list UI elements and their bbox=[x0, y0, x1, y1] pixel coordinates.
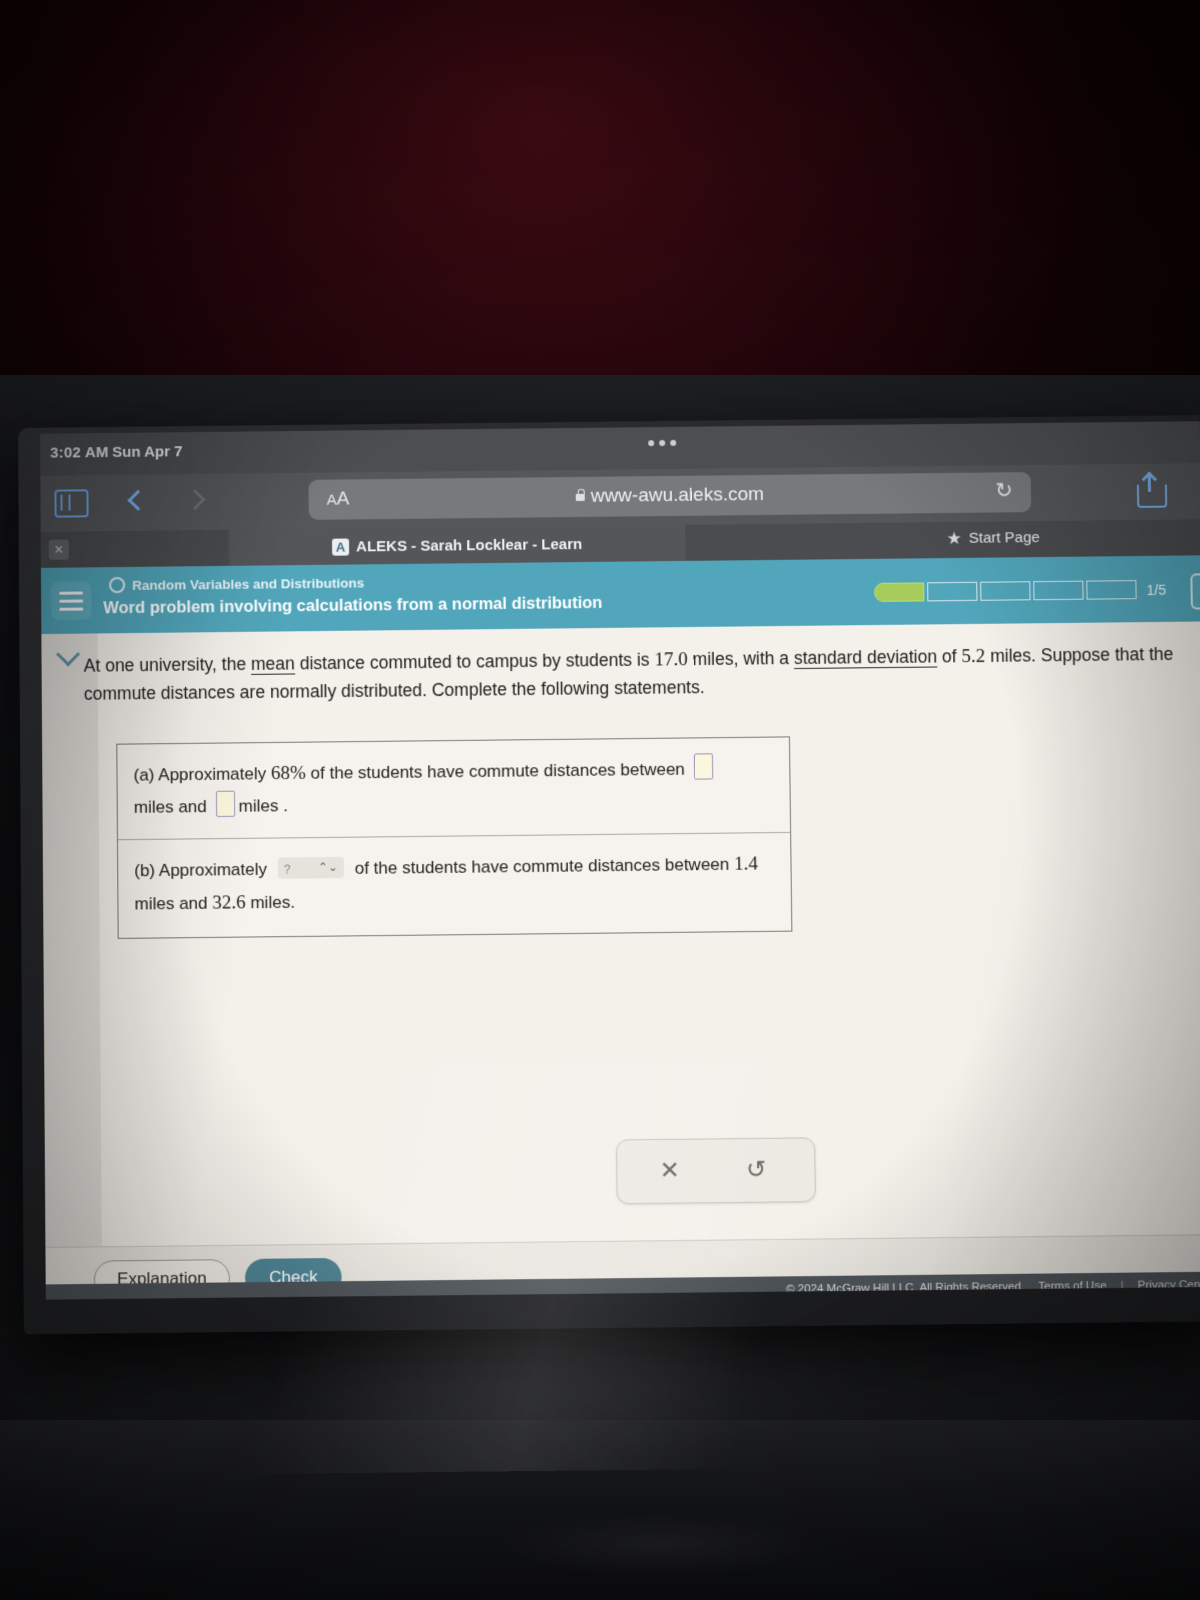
answer-input-a2[interactable] bbox=[215, 790, 235, 818]
url-text-wrap: www-awu.aleks.com bbox=[309, 481, 1032, 511]
share-icon[interactable] bbox=[1136, 473, 1168, 508]
topic-row: Random Variables and Distributions bbox=[109, 574, 365, 594]
part-a-text-mid: of the students have commute distances b… bbox=[305, 759, 690, 783]
progress-segment bbox=[1033, 580, 1084, 601]
part-a: (a) Approximately 68% of the students ha… bbox=[117, 737, 790, 839]
sd-value: 5.2 bbox=[961, 645, 986, 668]
chevron-down-icon[interactable] bbox=[55, 642, 83, 667]
problem-statement: At one university, the mean distance com… bbox=[84, 640, 1197, 709]
undo-button[interactable]: ↺ bbox=[746, 1155, 767, 1185]
select-caret-icon: ⌃⌄ bbox=[317, 859, 339, 875]
bookmark-label: Start Page bbox=[968, 529, 1040, 547]
forward-button[interactable] bbox=[184, 486, 206, 514]
desk-sheen bbox=[430, 1500, 890, 1590]
part-b-text-mid: of the students have commute distances b… bbox=[349, 854, 735, 878]
part-b-high-value: 32.6 bbox=[212, 892, 246, 914]
dropdown-selected-value: ? bbox=[283, 862, 291, 877]
lock-icon bbox=[575, 493, 585, 501]
reload-icon[interactable]: ↻ bbox=[993, 479, 1015, 502]
progress-segment bbox=[980, 581, 1031, 601]
progress-segment bbox=[874, 582, 925, 602]
back-button[interactable] bbox=[127, 487, 149, 515]
part-b-low-value: 1.4 bbox=[733, 853, 759, 875]
clear-answer-button[interactable]: ✕ bbox=[659, 1156, 680, 1186]
part-b: (b) Approximately ? ⌃⌄ of the students ha… bbox=[117, 831, 792, 938]
page-title: Word problem involving calculations from… bbox=[103, 593, 603, 618]
tab-close-button[interactable]: ✕ bbox=[48, 539, 69, 560]
part-b-label: (b) Approximately bbox=[134, 859, 272, 881]
part-a-label: (a) Approximately bbox=[133, 764, 272, 785]
tab-title: ALEKS - Sarah Locklear - Learn bbox=[356, 535, 583, 555]
term-mean[interactable]: mean bbox=[250, 653, 295, 675]
part-a-percent: 68% bbox=[270, 762, 306, 785]
part-a-unit2: miles . bbox=[238, 796, 288, 817]
topic-status-circle-icon bbox=[109, 576, 126, 594]
chevron-left-icon bbox=[127, 489, 149, 511]
aleks-favicon-icon: A bbox=[332, 538, 350, 556]
answer-panel: (a) Approximately 68% of the students ha… bbox=[116, 736, 793, 939]
status-time: 3:02 AM bbox=[50, 444, 109, 462]
topic-name: Random Variables and Distributions bbox=[132, 574, 365, 593]
answer-input-a1[interactable] bbox=[693, 753, 713, 780]
tablet-device: 3:02 AM Sun Apr 7 AA www-awu.aleks.com ↻… bbox=[0, 415, 1200, 1477]
header-right-button[interactable] bbox=[1190, 572, 1200, 610]
aleks-header-bar: Random Variables and Distributions Word … bbox=[40, 555, 1200, 635]
progress-tracker: 1/5 bbox=[874, 580, 1166, 602]
part-a-and: and bbox=[178, 797, 207, 817]
status-date: Sun Apr 7 bbox=[112, 443, 183, 461]
progress-segment bbox=[1086, 580, 1137, 600]
bookmark-start-page[interactable]: ★ Start Page bbox=[946, 528, 1040, 549]
problem-intro-3: miles, with a bbox=[687, 647, 795, 670]
part-a-unit1: miles bbox=[133, 797, 174, 818]
percent-dropdown[interactable]: ? ⌃⌄ bbox=[277, 856, 345, 879]
sidebar-toggle-icon[interactable] bbox=[54, 489, 89, 518]
tablet-screen: 3:02 AM Sun Apr 7 AA www-awu.aleks.com ↻… bbox=[40, 421, 1200, 1300]
problem-intro-4: of bbox=[937, 646, 962, 667]
problem-content-area: At one university, the mean distance com… bbox=[41, 621, 1200, 1247]
browser-tab[interactable]: A ALEKS - Sarah Locklear - Learn bbox=[228, 524, 686, 566]
url-text: www-awu.aleks.com bbox=[590, 483, 765, 507]
part-b-text-mid2: miles and bbox=[134, 893, 213, 914]
chevron-right-icon bbox=[184, 488, 206, 511]
more-dots-icon[interactable] bbox=[648, 439, 677, 447]
star-icon: ★ bbox=[946, 528, 962, 549]
mean-value: 17.0 bbox=[654, 649, 688, 671]
hamburger-menu-icon[interactable] bbox=[51, 581, 92, 620]
progress-label: 1/5 bbox=[1146, 581, 1167, 598]
part-b-unit: miles. bbox=[245, 892, 296, 913]
left-rail bbox=[41, 633, 102, 1247]
term-standard-deviation[interactable]: standard deviation bbox=[793, 646, 938, 670]
problem-intro-2: distance commuted to campus by students … bbox=[294, 649, 655, 674]
problem-intro-1: At one university, the bbox=[83, 653, 252, 676]
answer-toolbar: ✕ ↺ bbox=[615, 1137, 816, 1205]
progress-segment bbox=[927, 581, 978, 602]
address-bar[interactable]: AA www-awu.aleks.com ↻ bbox=[308, 472, 1032, 520]
